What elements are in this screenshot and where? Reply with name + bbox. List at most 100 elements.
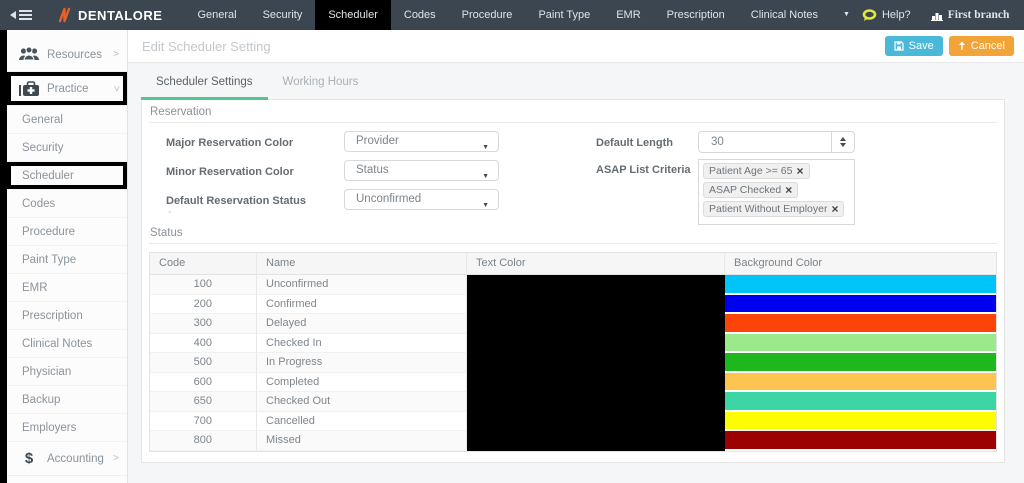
reservation-section-title: Reservation (149, 106, 997, 122)
status-row[interactable]: 650 Checked Out (150, 392, 996, 412)
status-code: 650 (150, 392, 257, 412)
status-row[interactable]: 200 Confirmed (150, 295, 996, 315)
remove-tag-icon[interactable]: × (831, 204, 838, 214)
chevron-right-icon: > (113, 49, 119, 60)
sidebar-group-resources[interactable]: Resources > (7, 38, 127, 72)
column-header-code: Code (150, 253, 257, 275)
sidebar-item-codes[interactable]: Codes (7, 190, 127, 218)
sidebar-item-procedure[interactable]: Procedure (7, 218, 127, 246)
sidebar-item-employers[interactable]: Employers (7, 414, 127, 442)
sidebar-item-emr[interactable]: EMR (7, 274, 127, 302)
asap-tag-label: Patient Age >= 65 (709, 165, 793, 177)
text-color-swatch[interactable] (467, 314, 725, 334)
sidebar-item-general[interactable]: General (7, 106, 127, 134)
status-row[interactable]: 400 Checked In (150, 334, 996, 354)
column-header-name: Name (257, 253, 467, 275)
tab-scheduler-settings[interactable]: Scheduler Settings (141, 76, 268, 100)
column-header-background-color: Background Color (725, 253, 996, 275)
sidebar-item-prescription[interactable]: Prescription (7, 302, 127, 330)
remove-tag-icon[interactable]: × (785, 185, 792, 195)
text-color-swatch[interactable] (467, 431, 725, 451)
asap-tag: Patient Without Employer × (703, 201, 844, 217)
sidebar-item-backup[interactable]: Backup (7, 386, 127, 414)
select-caret-icon: ▼ (482, 138, 489, 157)
minor-reservation-color-select[interactable]: Status ▼ (344, 160, 499, 181)
nav-item-emr[interactable]: EMR (603, 0, 653, 30)
text-color-swatch[interactable] (467, 412, 725, 432)
users-icon (17, 47, 41, 62)
sidebar-item-clinical-notes[interactable]: Clinical Notes (7, 330, 127, 358)
number-stepper[interactable] (831, 132, 854, 152)
background-color-swatch[interactable] (725, 373, 996, 393)
nav-item-paint-type[interactable]: Paint Type (525, 0, 603, 30)
sidebar-item-scheduler[interactable]: Scheduler (7, 162, 127, 190)
background-color-swatch[interactable] (725, 334, 996, 354)
status-name: Checked In (257, 334, 467, 354)
branch-selector[interactable]: First branch (931, 9, 1010, 21)
major-reservation-color-select[interactable]: Provider ▼ (344, 131, 499, 152)
text-color-swatch[interactable] (467, 334, 725, 354)
tab-working-hours[interactable]: Working Hours (268, 76, 374, 100)
nav-item-scheduler[interactable]: Scheduler (315, 0, 391, 30)
cancel-button[interactable]: Cancel (949, 36, 1014, 56)
background-color-swatch[interactable] (725, 431, 996, 451)
default-length-input[interactable]: 30 (698, 131, 855, 153)
sidebar-group-practice[interactable]: Practice > (7, 72, 127, 106)
text-color-swatch[interactable] (467, 373, 725, 393)
status-row[interactable]: 300 Delayed (150, 314, 996, 334)
asap-criteria-multiselect[interactable]: Patient Age >= 65 × ASAP Checked × Patie… (698, 159, 855, 225)
nav-item-procedure[interactable]: Procedure (449, 0, 526, 30)
nav-item-prescription[interactable]: Prescription (654, 0, 738, 30)
top-navbar: DENTALORE General Security Scheduler Cod… (0, 0, 1024, 30)
background-color-swatch[interactable] (725, 353, 996, 373)
background-color-swatch[interactable] (725, 275, 996, 295)
text-color-swatch[interactable] (467, 392, 725, 412)
status-name: Missed (257, 431, 467, 451)
status-row[interactable]: 800 Missed (150, 431, 996, 451)
asap-tag: Patient Age >= 65 × (703, 163, 810, 179)
save-floppy-icon (894, 41, 904, 51)
default-length-label: Default Length (596, 137, 673, 149)
nav-item-security[interactable]: Security (250, 0, 316, 30)
nav-item-clinical-notes[interactable]: Clinical Notes (738, 0, 831, 30)
help-label: Help? (882, 9, 911, 21)
help-button[interactable]: Help? (862, 9, 911, 22)
status-row[interactable]: 700 Cancelled (150, 412, 996, 432)
branch-label: First branch (948, 9, 1010, 21)
default-reservation-status-select[interactable]: Unconfirmed ▼ (344, 189, 499, 210)
sidebar-item-security[interactable]: Security (7, 134, 127, 162)
sidebar: Resources > Practice > General Security … (7, 30, 128, 483)
text-color-swatch[interactable] (467, 295, 725, 315)
background-color-swatch[interactable] (725, 314, 996, 334)
stepper-up-icon[interactable] (840, 137, 846, 141)
status-row[interactable]: 600 Completed (150, 373, 996, 393)
sidebar-collapse-icon[interactable] (10, 10, 32, 20)
logo-icon (58, 6, 78, 24)
brand-name: DENTALORE (78, 8, 162, 23)
nav-item-codes[interactable]: Codes (391, 0, 449, 30)
stepper-down-icon[interactable] (840, 143, 846, 147)
remove-tag-icon[interactable]: × (797, 166, 804, 176)
status-code: 300 (150, 314, 257, 334)
text-color-swatch[interactable] (467, 353, 725, 373)
status-row[interactable]: 100 Unconfirmed (150, 275, 996, 295)
status-code: 800 (150, 431, 257, 451)
branch-building-icon (931, 10, 943, 21)
sidebar-group-accounting[interactable]: $ Accounting > (7, 442, 127, 476)
status-row[interactable]: 500 In Progress (150, 353, 996, 373)
placeholder-dash: - (168, 206, 172, 218)
sidebar-item-physician[interactable]: Physician (7, 358, 127, 386)
background-color-swatch[interactable] (725, 295, 996, 315)
cancel-button-label: Cancel (971, 40, 1005, 52)
sidebar-item-paint-type[interactable]: Paint Type (7, 246, 127, 274)
nav-item-general[interactable]: General (184, 0, 249, 30)
background-color-swatch[interactable] (725, 392, 996, 412)
status-name: Delayed (257, 314, 467, 334)
save-button[interactable]: Save (885, 36, 943, 56)
brand[interactable]: DENTALORE (58, 6, 162, 24)
nav-more-chevron-down-icon[interactable]: ▼ (831, 0, 862, 30)
background-color-swatch[interactable] (725, 412, 996, 432)
status-code: 100 (150, 275, 257, 295)
help-chat-icon (862, 9, 877, 22)
text-color-swatch[interactable] (467, 275, 725, 295)
